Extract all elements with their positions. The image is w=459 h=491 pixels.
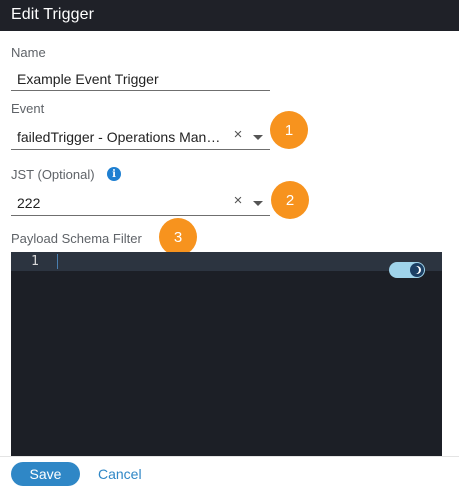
dialog-title: Edit Trigger bbox=[0, 0, 459, 31]
event-select[interactable]: failedTrigger - Operations Mana... × bbox=[11, 124, 270, 150]
theme-toggle[interactable] bbox=[389, 262, 425, 278]
moon-shape bbox=[413, 266, 421, 274]
caret-down-icon[interactable] bbox=[253, 135, 263, 140]
cancel-button[interactable]: Cancel bbox=[98, 466, 142, 482]
payload-schema-editor[interactable]: 1 bbox=[11, 252, 442, 456]
jst-label: JST (Optional) bbox=[11, 167, 95, 182]
callout-badge-3: 3 bbox=[159, 218, 197, 256]
line-number: 1 bbox=[31, 254, 39, 269]
caret-down-icon[interactable] bbox=[253, 201, 263, 206]
event-label: Event bbox=[11, 101, 45, 116]
text-cursor bbox=[57, 254, 58, 269]
name-label: Name bbox=[11, 45, 46, 60]
jst-select[interactable]: 222 × bbox=[11, 190, 270, 216]
active-line: 1 bbox=[11, 252, 442, 271]
callout-badge-1: 1 bbox=[270, 111, 308, 149]
name-input[interactable]: Example Event Trigger bbox=[11, 67, 270, 91]
close-icon[interactable]: × bbox=[231, 193, 245, 208]
payload-schema-filter-label: Payload Schema Filter bbox=[11, 231, 142, 246]
close-icon[interactable]: × bbox=[231, 127, 245, 142]
info-icon[interactable]: i bbox=[107, 167, 121, 181]
callout-badge-2: 2 bbox=[271, 181, 309, 219]
jst-select-value: 222 bbox=[17, 195, 41, 211]
dialog-footer: Save Cancel bbox=[0, 456, 459, 491]
save-button[interactable]: Save bbox=[11, 462, 80, 486]
moon-icon bbox=[410, 263, 424, 277]
event-select-value: failedTrigger - Operations Mana... bbox=[17, 129, 225, 145]
